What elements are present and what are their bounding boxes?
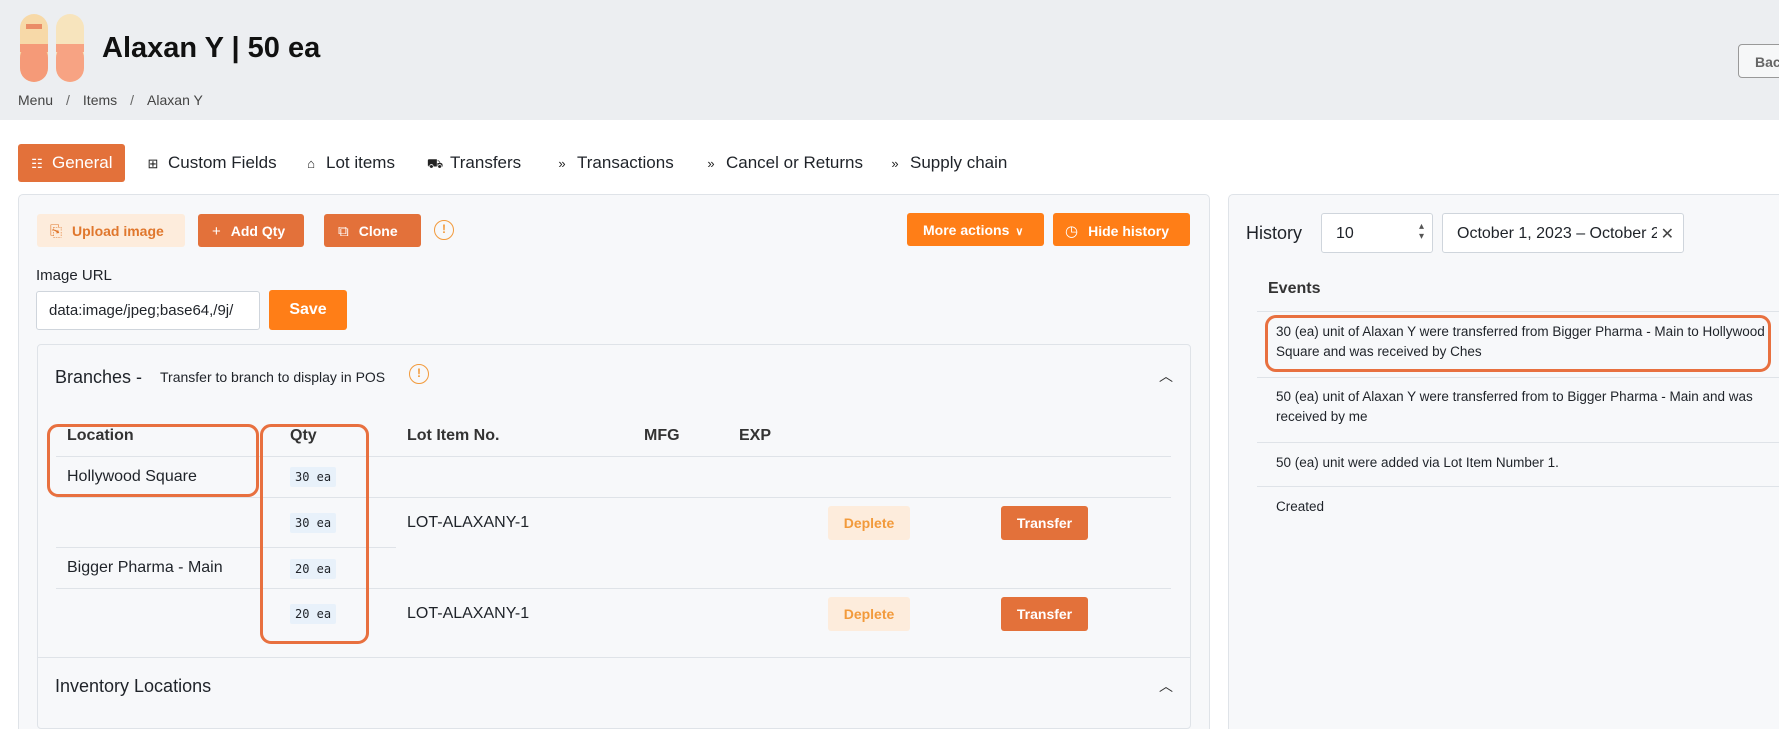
transfer-button[interactable]: Transfer <box>1001 506 1088 540</box>
column-exp: EXP <box>739 427 772 444</box>
chevron-up-icon[interactable]: ︿ <box>1159 366 1173 386</box>
column-mfg: MFG <box>644 427 680 444</box>
add-qty-button[interactable]: + Add Qty <box>198 214 304 247</box>
branches-title: Branches - <box>55 367 143 387</box>
divider <box>56 588 1171 589</box>
date-range-picker[interactable]: October 1, 2023 – October 2 ✕ <box>1442 213 1684 253</box>
warehouse-icon: ⌂ <box>307 156 315 171</box>
tab-transactions[interactable]: » Transactions <box>553 144 674 182</box>
breadcrumb: Menu / Items / Alaxan Y <box>18 92 203 108</box>
button-label: Add Qty <box>230 223 286 239</box>
history-event: 50 (ea) unit of Alaxan Y were transferre… <box>1276 389 1753 424</box>
save-button[interactable]: Save <box>269 290 347 330</box>
product-thumbnail <box>20 14 84 82</box>
date-range-value: October 1, 2023 – October 2 <box>1457 225 1657 242</box>
inventory-locations-title[interactable]: Inventory Locations <box>55 676 211 697</box>
tab-general[interactable]: ☷ General <box>18 144 125 182</box>
stepper-arrows-icon[interactable]: ▴ ▾ <box>1419 222 1424 242</box>
history-icon: ◷ <box>1065 223 1079 240</box>
copy-icon: ⧉ <box>338 223 349 240</box>
divider <box>1257 486 1779 487</box>
lot-item-number: LOT-ALAXANY-1 <box>407 514 530 531</box>
events-header: Events <box>1268 280 1321 297</box>
image-url-input[interactable] <box>36 291 260 330</box>
location-bigger-pharma-main: Bigger Pharma - Main <box>67 559 223 576</box>
deplete-button[interactable]: Deplete <box>828 506 910 540</box>
chevrons-right-icon: » <box>891 156 899 171</box>
chevrons-right-icon: » <box>558 156 566 171</box>
highlight-event <box>1265 315 1771 372</box>
clear-icon[interactable]: ✕ <box>1661 224 1674 244</box>
history-title: History <box>1246 223 1303 243</box>
page-size-value: 10 <box>1336 225 1354 242</box>
truck-icon: ⛟ <box>426 156 444 171</box>
general-icon: ☷ <box>31 156 43 171</box>
tab-label: Cancel or Returns <box>726 153 864 172</box>
divider <box>56 497 1171 498</box>
upload-image-button[interactable]: ⎘ Upload image <box>37 214 185 247</box>
table-icon: ⊞ <box>147 156 159 171</box>
info-icon[interactable]: ! <box>434 220 454 240</box>
more-actions-button[interactable]: More actions ∨ <box>907 213 1044 246</box>
highlight-qty <box>260 424 369 644</box>
divider <box>1257 311 1779 312</box>
tab-label: Lot items <box>326 153 395 172</box>
tab-label: General <box>52 153 113 172</box>
highlight-location <box>47 424 259 497</box>
history-event: Created <box>1276 499 1325 514</box>
chevron-down-icon: ∨ <box>1015 226 1024 238</box>
image-url-label: Image URL <box>36 267 112 284</box>
breadcrumb-items[interactable]: Items <box>83 92 117 108</box>
button-label: Clone <box>358 223 398 239</box>
button-label: More actions <box>923 222 1010 238</box>
clone-button[interactable]: ⧉ Clone <box>324 214 421 247</box>
tab-cancel-returns[interactable]: » Cancel or Returns <box>702 144 863 182</box>
tab-custom-fields[interactable]: ⊞ Custom Fields <box>144 144 277 182</box>
lot-item-number: LOT-ALAXANY-1 <box>407 605 530 622</box>
divider <box>1257 442 1779 443</box>
tab-label: Custom Fields <box>168 153 277 172</box>
divider <box>37 657 1191 658</box>
page-size-stepper[interactable]: 10 ▴ ▾ <box>1321 213 1433 253</box>
deplete-button[interactable]: Deplete <box>828 597 910 631</box>
tab-lot-items[interactable]: ⌂ Lot items <box>302 144 395 182</box>
divider <box>1257 377 1779 378</box>
history-event: 50 (ea) unit were added via Lot Item Num… <box>1276 455 1559 470</box>
hide-history-button[interactable]: ◷ Hide history <box>1053 213 1190 246</box>
page-header: Alaxan Y | 50 ea Menu / Items / Alaxan Y Bac… <box>0 0 1779 120</box>
info-icon[interactable]: ! <box>409 364 429 384</box>
chevron-up-icon[interactable]: ︿ <box>1159 676 1173 696</box>
back-button[interactable]: Back <box>1738 44 1779 78</box>
tab-label: Transactions <box>577 153 674 172</box>
button-label: Hide history <box>1088 223 1169 239</box>
transfer-button[interactable]: Transfer <box>1001 597 1088 631</box>
breadcrumb-current: Alaxan Y <box>147 92 203 108</box>
tab-label: Supply chain <box>910 153 1008 172</box>
branches-subtitle: Transfer to branch to display in POS <box>160 369 386 385</box>
tab-supply-chain[interactable]: » Supply chain <box>886 144 1007 182</box>
breadcrumb-menu[interactable]: Menu <box>18 92 53 108</box>
plus-icon: + <box>212 223 221 240</box>
column-lot-item-no: Lot Item No. <box>407 427 500 444</box>
button-label: Upload image <box>72 223 164 239</box>
tab-transfers[interactable]: ⛟ Transfers <box>426 144 521 182</box>
image-upload-icon: ⎘ <box>50 223 63 240</box>
tab-label: Transfers <box>450 153 522 172</box>
page-title: Alaxan Y | 50 ea <box>102 32 321 64</box>
chevrons-right-icon: » <box>707 156 715 171</box>
